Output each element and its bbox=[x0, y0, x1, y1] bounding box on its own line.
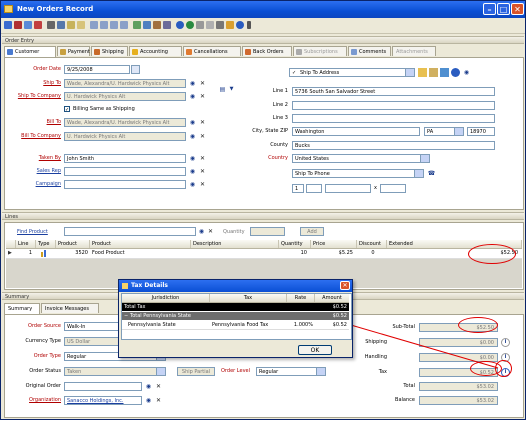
tax-dialog-icon bbox=[122, 283, 128, 289]
dialog-close-button[interactable]: ✕ bbox=[340, 281, 350, 290]
tax-details-grid: Jurisdiction Tax Rate Amount Total Tax $… bbox=[121, 293, 352, 340]
total-tax-amount: $0.52 bbox=[332, 304, 347, 310]
jurisdiction-cell: Pennsylvania State bbox=[128, 322, 176, 328]
tax-grid-header: Jurisdiction Tax Rate Amount bbox=[122, 294, 349, 303]
total-tax-label: Total Tax bbox=[124, 304, 146, 310]
dialog-title-bar: Tax Details ✕ bbox=[119, 280, 352, 292]
col-tax[interactable]: Tax bbox=[210, 294, 287, 302]
rate-cell: 1.000% bbox=[293, 322, 313, 328]
group-tax-amount: $0.52 bbox=[332, 313, 347, 319]
col-jurisdiction[interactable]: Jurisdiction bbox=[122, 294, 210, 302]
group-tax-row[interactable]: − Total Pennsylvania State $0.52 bbox=[122, 312, 349, 320]
col-amount[interactable]: Amount bbox=[315, 294, 349, 302]
tax-name-cell: Pennsylvania Food Tax bbox=[212, 322, 269, 328]
tax-dialog-title: Tax Details bbox=[131, 282, 168, 289]
tax-detail-row[interactable]: Pennsylvania State Pennsylvania Food Tax… bbox=[122, 321, 349, 330]
total-tax-row[interactable]: Total Tax $0.52 bbox=[122, 303, 349, 311]
ok-button[interactable]: OK bbox=[298, 345, 332, 355]
amount-cell: $0.52 bbox=[332, 322, 347, 328]
group-tax-label: Total Pennsylvania State bbox=[130, 313, 191, 319]
col-rate[interactable]: Rate bbox=[287, 294, 315, 302]
